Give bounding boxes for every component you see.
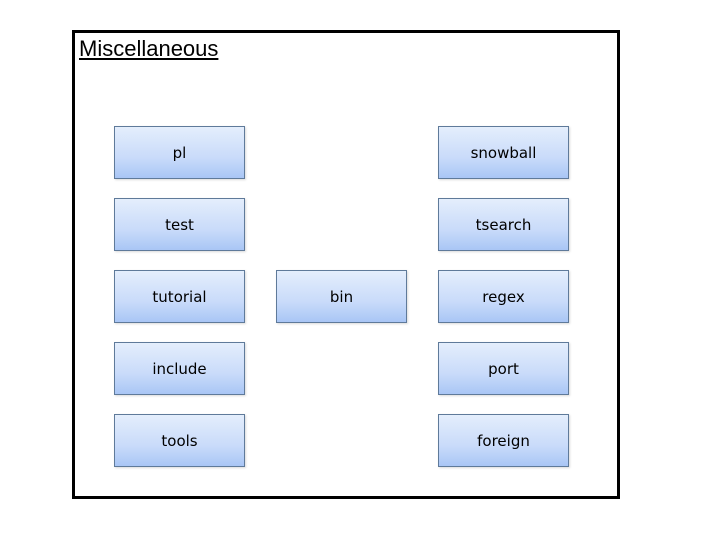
node-tutorial: tutorial [114,270,245,323]
node-snowball: snowball [438,126,569,179]
node-test: test [114,198,245,251]
node-include: include [114,342,245,395]
node-foreign: foreign [438,414,569,467]
node-tools: tools [114,414,245,467]
node-bin: bin [276,270,407,323]
node-regex: regex [438,270,569,323]
node-port: port [438,342,569,395]
node-tsearch: tsearch [438,198,569,251]
node-pl: pl [114,126,245,179]
diagram-title: Miscellaneous [79,36,219,61]
